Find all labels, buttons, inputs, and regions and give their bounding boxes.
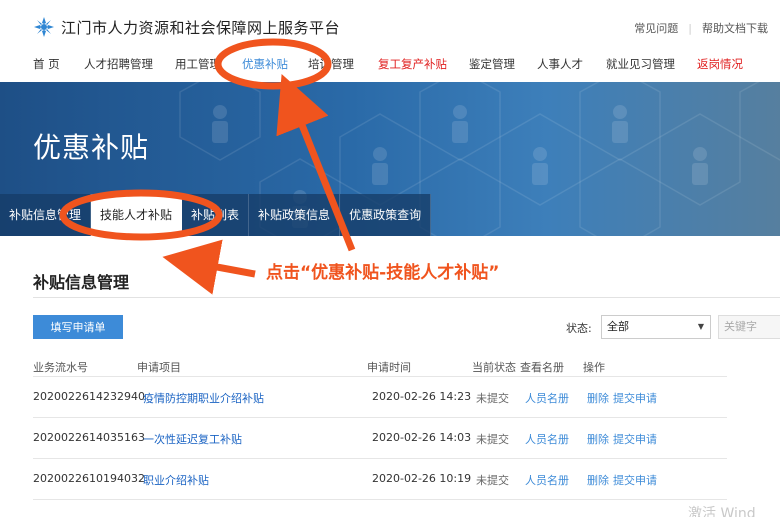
fill-application-button[interactable]: 填写申请单 (33, 315, 123, 339)
nav-item-personnel[interactable]: 人事人才 (537, 56, 583, 72)
row-time: 2020-02-26 14:03 (372, 431, 472, 444)
tab-subsidy-list[interactable]: 补贴列表 (182, 194, 250, 236)
main-nav: 首 页 人才招聘管理 用工管理 优惠补贴 培训管理 复工复产补贴 鉴定管理 人事… (0, 52, 780, 78)
row-submit-link[interactable]: 提交申请 (613, 390, 657, 406)
row-submit-link[interactable]: 提交申请 (613, 472, 657, 488)
table-row: 2020022614232940 疫情防控期职业介绍补贴 2020-02-26 … (33, 377, 727, 418)
row-item-link[interactable]: 一次性延迟复工补贴 (143, 431, 242, 447)
col-header-roster: 查看名册 (520, 361, 564, 374)
banner-title: 优惠补贴 (33, 131, 150, 164)
tab-skilled-talent-subsidy[interactable]: 技能人才补贴 (91, 194, 183, 236)
row-status: 未提交 (476, 474, 509, 487)
nav-item-subsidy[interactable]: 优惠补贴 (242, 56, 288, 72)
row-delete-link[interactable]: 删除 (587, 472, 609, 488)
top-links: 常见问题 | 帮助文档下载 (634, 20, 768, 36)
row-status: 未提交 (476, 392, 509, 405)
nav-item-appraisal[interactable]: 鉴定管理 (469, 56, 515, 72)
status-select-value: 全部 (607, 320, 629, 333)
col-header-actions: 操作 (583, 361, 605, 374)
table-row: 2020022614035163 一次性延迟复工补贴 2020-02-26 14… (33, 418, 727, 459)
tab-preferential-policy-query[interactable]: 优惠政策查询 (340, 194, 432, 236)
site-title: 江门市人力资源和社会保障网上服务平台 (61, 18, 341, 37)
row-time: 2020-02-26 14:23 (372, 390, 472, 403)
row-status: 未提交 (476, 433, 509, 446)
row-item-link[interactable]: 职业介绍补贴 (143, 472, 209, 488)
caret-down-icon: ▼ (697, 322, 704, 331)
row-roster-link[interactable]: 人员名册 (525, 390, 569, 406)
nav-item-employment[interactable]: 用工管理 (175, 56, 221, 72)
row-id: 2020022610194032 (33, 472, 145, 485)
nav-item-training[interactable]: 培训管理 (308, 56, 354, 72)
arrow-to-tab-icon (162, 239, 256, 295)
site-logo[interactable]: 江门市人力资源和社会保障网上服务平台 (33, 16, 340, 38)
faq-link[interactable]: 常见问题 (634, 20, 678, 36)
row-id: 2020022614232940 (33, 390, 145, 403)
annotation-text: 点击“优惠补贴-技能人才补贴” (266, 263, 500, 283)
row-time: 2020-02-26 10:19 (372, 472, 472, 485)
site-header: 江门市人力资源和社会保障网上服务平台 常见问题 | 帮助文档下载 首 页 人才招… (0, 0, 780, 82)
section-divider (33, 297, 780, 298)
nav-item-return-status[interactable]: 返岗情况 (697, 56, 743, 72)
row-roster-link[interactable]: 人员名册 (525, 472, 569, 488)
row-delete-link[interactable]: 删除 (587, 431, 609, 447)
section-title: 补贴信息管理 (33, 273, 130, 292)
row-submit-link[interactable]: 提交申请 (613, 431, 657, 447)
col-header-status: 当前状态 (472, 361, 516, 374)
nav-item-home[interactable]: 首 页 (33, 56, 60, 72)
row-roster-link[interactable]: 人员名册 (525, 431, 569, 447)
row-item-link[interactable]: 疫情防控期职业介绍补贴 (143, 390, 264, 406)
status-select[interactable]: 全部 ▼ (601, 315, 711, 339)
table-row: 2020022610194032 职业介绍补贴 2020-02-26 10:19… (33, 459, 727, 500)
col-header-time: 申请时间 (367, 361, 411, 374)
col-header-id: 业务流水号 (33, 361, 88, 374)
tab-subsidy-info[interactable]: 补贴信息管理 (0, 194, 92, 236)
snowflake-logo-icon (34, 17, 54, 37)
help-download-link[interactable]: 帮助文档下载 (702, 20, 768, 36)
link-separator: | (688, 21, 692, 35)
nav-item-internship[interactable]: 就业见习管理 (606, 56, 675, 72)
tab-subsidy-policy[interactable]: 补贴政策信息 (249, 194, 341, 236)
nav-item-recruitment[interactable]: 人才招聘管理 (84, 56, 153, 72)
row-id: 2020022614035163 (33, 431, 145, 444)
keyword-input[interactable]: 关键字 (718, 315, 780, 339)
col-header-item: 申请项目 (137, 361, 181, 374)
activation-watermark: 激活 Wind (688, 506, 756, 517)
status-label: 状态: (566, 322, 592, 335)
nav-item-resumption-subsidy[interactable]: 复工复产补贴 (378, 56, 447, 72)
row-delete-link[interactable]: 删除 (587, 390, 609, 406)
subsidy-tabs: 补贴信息管理 技能人才补贴 补贴列表 补贴政策信息 优惠政策查询 (0, 194, 432, 236)
